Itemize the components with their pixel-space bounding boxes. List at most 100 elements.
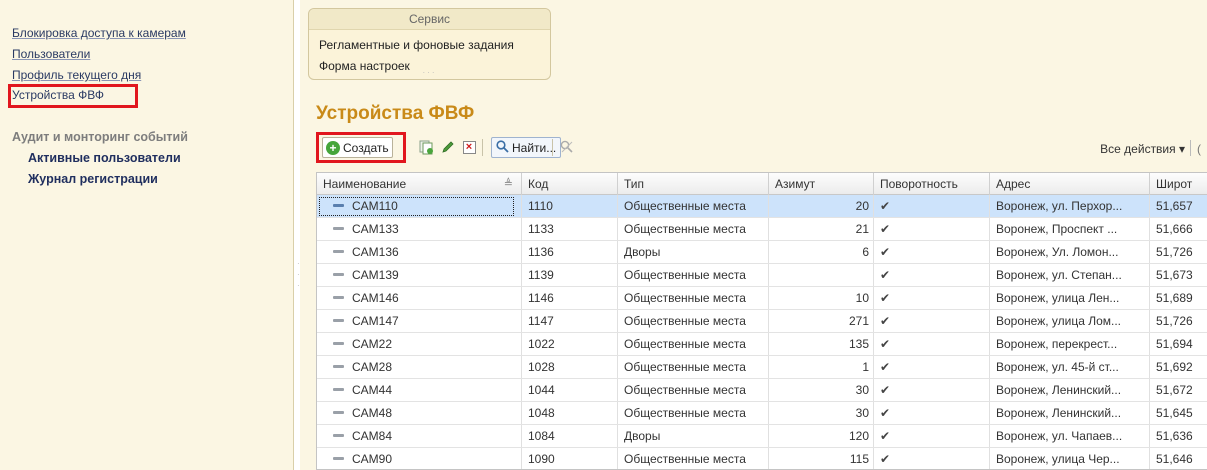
- cell-type: Дворы: [618, 425, 769, 447]
- item-element-icon: [333, 296, 344, 300]
- cell-rotating: ✔: [874, 379, 990, 401]
- column-header-rotating[interactable]: Поворотность: [874, 173, 990, 195]
- cell-type: Общественные места: [618, 264, 769, 286]
- nav-link-camera-access-lock[interactable]: Блокировка доступа к камерам: [12, 26, 186, 40]
- cell-name-text: CAM28: [352, 360, 393, 374]
- cell-rotating: ✔: [874, 310, 990, 332]
- cell-rotating: ✔: [874, 218, 990, 240]
- find-button[interactable]: Найти...: [491, 137, 562, 158]
- sort-ascending-icon: ≜: [503, 178, 513, 190]
- cell-latitude: 51,689: [1156, 291, 1193, 305]
- cell-latitude: 51,666: [1156, 222, 1193, 236]
- table-row[interactable]: CAM133 1133 Общественные места 21 ✔ Воронеж, …: [317, 218, 1207, 241]
- table-row[interactable]: CAM22 1022 Общественные места 135 ✔ Воронеж, …: [317, 333, 1207, 356]
- cell-code: 1044: [522, 379, 618, 401]
- column-header-latitude[interactable]: Широт: [1150, 173, 1207, 195]
- cell-name: CAM84: [317, 425, 522, 447]
- cell-azimuth: 30: [769, 379, 874, 401]
- item-element-icon: [333, 273, 344, 277]
- column-header-azimuth[interactable]: Азимут: [769, 173, 874, 195]
- cell-code: 1146: [522, 287, 618, 309]
- column-header-code[interactable]: Код: [522, 173, 618, 195]
- table-row[interactable]: CAM147 1147 Общественные места 271 ✔ Воронеж,…: [317, 310, 1207, 333]
- cell-code: 1048: [522, 402, 618, 424]
- edit-pencil-icon[interactable]: [440, 139, 456, 155]
- cell-azimuth: 20: [769, 195, 874, 217]
- cell-name: CAM28: [317, 356, 522, 378]
- create-button[interactable]: + Создать: [322, 137, 393, 158]
- table-row[interactable]: CAM84 1084 Дворы 120 ✔ Воронеж, ул. Чапаев...…: [317, 425, 1207, 448]
- nav-group-title-audit: Аудит и монторинг событий: [12, 130, 188, 144]
- table-row[interactable]: CAM110 1110 Общественные места 20 ✔ Воронеж, …: [317, 195, 1207, 218]
- cell-code: 1139: [522, 264, 618, 286]
- cell-name-text: CAM133: [352, 222, 399, 236]
- cell-name: CAM136: [317, 241, 522, 263]
- cell-address: Воронеж, ул. 45-й ст...: [990, 356, 1150, 378]
- table-row[interactable]: CAM28 1028 Общественные места 1 ✔ Воронеж, ул…: [317, 356, 1207, 379]
- table-header: Наименование ≜ Код Тип Азимут Поворотнос…: [317, 173, 1207, 195]
- cell-name: CAM133: [317, 218, 522, 240]
- cell-latitude: 51,694: [1156, 337, 1193, 351]
- nav-link-event-log[interactable]: Журнал регистрации: [28, 172, 158, 186]
- cell-name-text: CAM44: [352, 383, 393, 397]
- cell-type: Дворы: [618, 241, 769, 263]
- copy-icon[interactable]: [418, 139, 434, 155]
- cancel-search-icon[interactable]: [559, 139, 575, 155]
- cell-address: Воронеж, перекрест...: [990, 333, 1150, 355]
- table-row[interactable]: CAM48 1048 Общественные места 30 ✔ Воронеж, Л…: [317, 402, 1207, 425]
- main-area: Сервис Регламентные и фоновые задания Фо…: [300, 0, 1207, 470]
- cell-name-text: CAM147: [352, 314, 399, 328]
- cell-latitude: 51,726: [1156, 314, 1193, 328]
- table-row[interactable]: CAM90 1090 Общественные места 115 ✔ Воронеж, …: [317, 448, 1207, 469]
- cell-latitude: 51,673: [1156, 268, 1193, 282]
- item-element-icon: [333, 434, 344, 438]
- cell-type: Общественные места: [618, 402, 769, 424]
- column-header-address[interactable]: Адрес: [990, 173, 1150, 195]
- cell-name-text: CAM48: [352, 406, 393, 420]
- toolbar: + Создать × Найти... Все действия ▾ (: [316, 132, 1207, 163]
- table-row[interactable]: CAM146 1146 Общественные места 10 ✔ Воронеж, …: [317, 287, 1207, 310]
- cell-code: 1022: [522, 333, 618, 355]
- nav-link-active-users[interactable]: Активные пользователи: [28, 151, 181, 165]
- cell-type: Общественные места: [618, 195, 769, 217]
- cell-code: 1133: [522, 218, 618, 240]
- table-row[interactable]: CAM139 1139 Общественные места ✔ Воронеж, ул…: [317, 264, 1207, 287]
- cell-rotating: ✔: [874, 425, 990, 447]
- cell-name-text: CAM139: [352, 268, 399, 282]
- create-button-label: Создать: [343, 140, 389, 155]
- nav-link-users[interactable]: Пользователи: [12, 47, 90, 61]
- cell-azimuth: 10: [769, 287, 874, 309]
- table-row[interactable]: CAM44 1044 Общественные места 30 ✔ Воронеж, Л…: [317, 379, 1207, 402]
- delete-mark-icon[interactable]: ×: [461, 139, 477, 155]
- item-element-icon: [333, 457, 344, 461]
- cell-latitude: 51,726: [1156, 245, 1193, 259]
- item-element-icon: [333, 227, 344, 231]
- nav-link-fvf-devices[interactable]: Устройства ФВФ: [12, 88, 104, 102]
- toolbar-more-button[interactable]: (: [1197, 142, 1201, 156]
- column-header-name[interactable]: Наименование ≜: [317, 173, 522, 195]
- cell-code: 1084: [522, 425, 618, 447]
- cell-azimuth: 271: [769, 310, 874, 332]
- search-icon: [496, 139, 509, 156]
- cell-type: Общественные места: [618, 287, 769, 309]
- cell-code: 1090: [522, 448, 618, 469]
- page-title: Устройства ФВФ: [316, 103, 475, 124]
- column-header-type[interactable]: Тип: [618, 173, 769, 195]
- item-element-icon: [333, 411, 344, 415]
- cell-type: Общественные места: [618, 310, 769, 332]
- service-panel: Сервис Регламентные и фоновые задания Фо…: [308, 8, 551, 80]
- cell-latitude: 51,672: [1156, 383, 1193, 397]
- table-row[interactable]: CAM136 1136 Дворы 6 ✔ Воронеж, Ул. Ломон... 51…: [317, 241, 1207, 264]
- cell-type: Общественные места: [618, 356, 769, 378]
- all-actions-menu[interactable]: Все действия ▾: [1100, 142, 1185, 156]
- cell-code: 1147: [522, 310, 618, 332]
- service-panel-resize-grip[interactable]: ···: [309, 68, 550, 77]
- cell-latitude: 51,692: [1156, 360, 1193, 374]
- cell-name-text: CAM84: [352, 429, 393, 443]
- service-item-scheduled-jobs[interactable]: Регламентные и фоновые задания: [319, 38, 514, 52]
- devices-table: Наименование ≜ Код Тип Азимут Поворотнос…: [316, 172, 1207, 470]
- focus-frame: [319, 197, 514, 216]
- cell-name: CAM44: [317, 379, 522, 401]
- cell-name: CAM90: [317, 448, 522, 469]
- nav-link-day-profile[interactable]: Профиль текущего дня: [12, 68, 141, 82]
